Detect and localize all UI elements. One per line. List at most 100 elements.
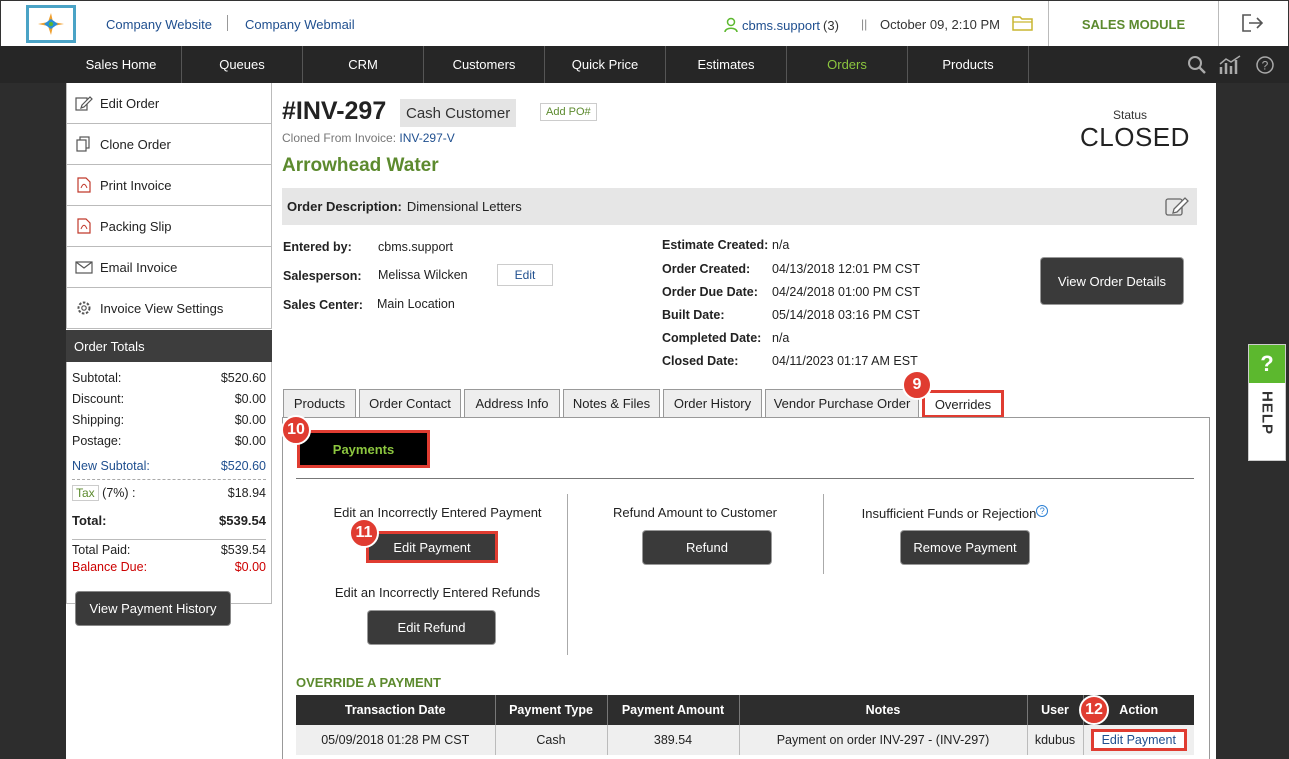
view-payment-history-button[interactable]: View Payment History: [76, 592, 230, 625]
cell-type: Cash: [495, 725, 608, 755]
help-label: HELP: [1258, 391, 1276, 436]
divider: ||: [861, 17, 868, 31]
chart-icon[interactable]: [1219, 55, 1243, 78]
gear-icon: [77, 301, 91, 315]
nav-sales-home[interactable]: Sales Home: [61, 46, 182, 83]
edit-refund-button[interactable]: Edit Refund: [368, 611, 495, 644]
top-bar: Company Website Company Webmail cbms.sup…: [0, 0, 1289, 47]
company-logo[interactable]: [26, 5, 76, 43]
cell-action: Edit Payment: [1083, 725, 1194, 755]
new-subtotal-label: New Subtotal:: [72, 459, 150, 473]
nav-estimates[interactable]: Estimates: [666, 46, 787, 83]
total-paid-label: Total Paid:: [72, 543, 131, 557]
edit-payment-link[interactable]: Edit Payment: [1090, 729, 1187, 751]
nav-quick-price[interactable]: Quick Price: [545, 46, 666, 83]
salesperson-value: Melissa Wilcken: [378, 268, 468, 282]
subtotal-row: Subtotal: $520.60: [72, 368, 266, 389]
search-icon[interactable]: [1187, 55, 1207, 78]
main-nav: Sales Home Queues CRM Customers Quick Pr…: [0, 46, 1289, 83]
help-circle-icon[interactable]: ?: [1255, 55, 1275, 78]
add-po-button[interactable]: Add PO#: [540, 103, 597, 121]
sidebar-item-packing-slip[interactable]: Packing Slip: [66, 206, 272, 247]
tab-notes-files[interactable]: Notes & Files: [563, 389, 660, 417]
label-text: Order Due Date:: [662, 285, 758, 299]
sales-center-value: Main Location: [377, 297, 455, 311]
tax-value: $18.94: [227, 486, 266, 500]
label-text: Closed Date:: [662, 354, 739, 368]
sidebar-item-label: Packing Slip: [100, 218, 172, 234]
nav-orders[interactable]: Orders: [787, 46, 908, 83]
cloned-from-link[interactable]: INV-297-V: [399, 131, 454, 145]
new-subtotal-row: New Subtotal: $520.60: [72, 456, 266, 480]
tab-address-info[interactable]: Address Info: [464, 389, 560, 417]
discount-value: $0.00: [234, 392, 266, 406]
override-section-title: OVERRIDE A PAYMENT: [296, 675, 441, 690]
col-notes: Notes: [739, 695, 1028, 725]
cloned-from-label: Cloned From Invoice:: [282, 131, 397, 145]
order-totals: Subtotal: $520.60 Discount: $0.00 Shipping…: [66, 362, 272, 604]
status-label: Status: [1113, 108, 1148, 122]
order-created-label: Order Created:: [662, 262, 750, 276]
sidebar-item-edit-order[interactable]: Edit Order: [66, 83, 272, 124]
total-paid-row: Total Paid: $539.54: [72, 539, 266, 559]
tab-vendor-purchase-order[interactable]: Vendor Purchase Order: [765, 389, 919, 417]
nav-products[interactable]: Products: [908, 46, 1029, 83]
cell-date: 05/09/2018 01:28 PM CST: [296, 725, 496, 755]
module-label[interactable]: SALES MODULE: [1048, 1, 1219, 47]
refund-button[interactable]: Refund: [643, 531, 771, 564]
callout-badge-12: 12: [1079, 695, 1109, 725]
built-date-label: Built Date:: [662, 308, 725, 322]
nav-queues[interactable]: Queues: [182, 46, 303, 83]
sidebar-item-print-invoice[interactable]: Print Invoice: [66, 165, 272, 206]
edit-salesperson-button[interactable]: Edit: [497, 264, 553, 286]
edit-refunds-label: Edit an Incorrectly Entered Refunds: [334, 585, 541, 600]
col-payment-type: Payment Type: [495, 695, 608, 725]
sales-center-label: Sales Center:: [283, 298, 363, 312]
edit-payment-button[interactable]: Edit Payment: [366, 531, 498, 563]
sidebar-item-invoice-view-settings[interactable]: Invoice View Settings: [66, 288, 272, 329]
sidebar-item-email-invoice[interactable]: Email Invoice: [66, 247, 272, 288]
user-menu[interactable]: cbms.support (3): [723, 17, 839, 33]
completed-date-value: n/a: [772, 331, 790, 345]
new-subtotal-value: $520.60: [220, 459, 266, 473]
edit-description-icon[interactable]: [1165, 195, 1189, 220]
pdf-icon: [77, 177, 91, 193]
sidebar: Edit Order Clone Order Print Invoice Pac…: [66, 83, 272, 604]
balance-due-row: Balance Due: $0.00: [72, 559, 266, 576]
tax-percent: (7%) :: [102, 486, 136, 500]
company-webmail-link[interactable]: Company Webmail: [245, 17, 355, 32]
nsf-label: Insufficient Funds or Rejection?: [840, 505, 1070, 521]
tab-order-history[interactable]: Order History: [663, 389, 762, 417]
sales-center: Sales Center:: [283, 298, 363, 312]
payments-button[interactable]: Payments: [297, 430, 430, 468]
postage-value: $0.00: [234, 434, 266, 448]
info-icon[interactable]: ?: [1036, 505, 1049, 517]
user-icon: [724, 17, 738, 33]
callout-badge-10: 10: [281, 415, 311, 445]
nav-customers[interactable]: Customers: [424, 46, 545, 83]
order-due-label: Order Due Date:: [662, 285, 758, 299]
tab-products[interactable]: Products: [283, 389, 356, 417]
edit-icon: [75, 96, 93, 111]
nav-crm[interactable]: CRM: [303, 46, 424, 83]
cell-user: kdubus: [1027, 725, 1084, 755]
current-datetime: October 09, 2:10 PM: [880, 17, 1000, 32]
total-label: Total:: [72, 513, 107, 528]
remove-payment-button[interactable]: Remove Payment: [901, 531, 1029, 564]
label-text: Order Created:: [662, 262, 751, 276]
help-tab[interactable]: ? HELP: [1248, 344, 1286, 461]
logout-icon[interactable]: [1241, 13, 1265, 36]
cloned-from: Cloned From Invoice: INV-297-V: [282, 131, 455, 145]
view-order-details-button[interactable]: View Order Details: [1041, 258, 1183, 304]
company-website-link[interactable]: Company Website: [106, 17, 212, 32]
folder-icon[interactable]: [1012, 14, 1034, 35]
tab-overrides[interactable]: Overrides: [922, 390, 1004, 418]
tax-button[interactable]: Tax: [72, 485, 99, 501]
postage-row: Postage: $0.00: [72, 431, 266, 452]
order-totals-title: Order Totals: [66, 330, 272, 362]
mail-icon: [75, 261, 93, 274]
sidebar-item-clone-order[interactable]: Clone Order: [66, 124, 272, 165]
entered-by-value: cbms.support: [378, 240, 454, 254]
customer-name[interactable]: Arrowhead Water: [282, 155, 439, 177]
tab-order-contact[interactable]: Order Contact: [359, 389, 461, 417]
